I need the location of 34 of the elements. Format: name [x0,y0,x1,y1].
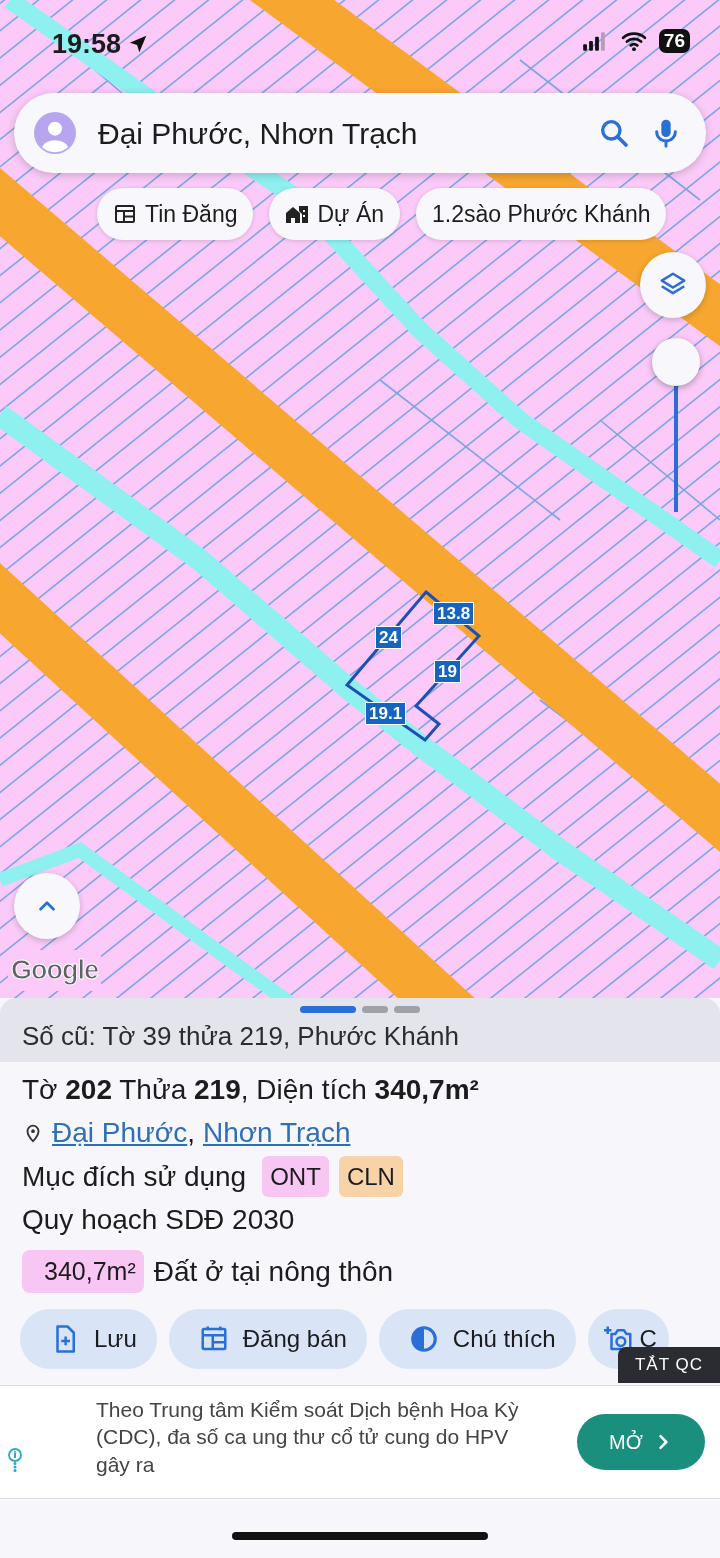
usage-label: Mục đích sử dụng [22,1159,247,1194]
close-ads-button[interactable]: TẮT QC [617,1347,720,1383]
edge-length-label: 19.1 [365,702,407,725]
land-use-tag: CLN [338,1155,403,1198]
filter-chip[interactable]: Tin Đăng [97,188,254,240]
zoom-slider[interactable] [652,338,700,512]
half-circle-icon [408,1323,439,1354]
land-type-text: Đất ở tại nông thôn [153,1254,394,1289]
table-icon [113,202,137,226]
battery-level: 76 [658,29,690,53]
search-field[interactable]: Đại Phước, Nhơn Trạch [96,109,578,157]
plan-title: Quy hoạch SDĐ 2030 [22,1203,296,1238]
open-ad-button[interactable]: MỞ [577,1414,705,1470]
separator-text: , [187,1116,195,1151]
filter-chip[interactable]: 1.2sào Phước Khánh [416,188,667,240]
action-button[interactable]: Đăng bán [168,1308,367,1369]
location-link[interactable]: Đại Phước [52,1111,188,1155]
location-link[interactable]: Nhơn Trạch [202,1111,351,1155]
parcel-title: Tờ 202 Thửa 219, Diện tích 340,7m² [22,1073,480,1107]
area-tag: 340,7m² [22,1249,144,1293]
search-bar[interactable]: Đại Phước, Nhơn Trạch [14,93,706,173]
edge-length-label: 13.8 [433,602,475,625]
old-parcel-number: Số cũ: Tờ 39 thửa 219, Phước Khánh [22,1020,461,1053]
ad-text: Theo Trung tâm Kiểm soát Dịch bệnh Hoa Kỳ (CDC), đa số ca ung thư cổ tử cung do HPV gây ra [96,1397,520,1478]
land-use-tag: ONT [262,1155,329,1198]
avatar-icon [34,112,76,154]
clock-time: 19:58 [52,28,122,61]
action-button[interactable]: Chú thích [378,1308,576,1369]
edge-length-label: 24 [375,626,402,649]
action-button[interactable]: Lưu [20,1308,157,1369]
filter-chip[interactable]: Dự Án [269,188,400,240]
search-icon [598,117,630,149]
map-attribution: Google [8,950,101,991]
edge-length-label: 19 [434,660,461,683]
